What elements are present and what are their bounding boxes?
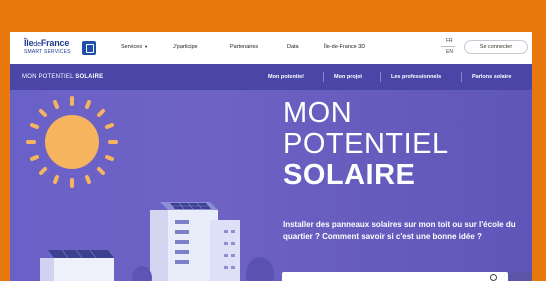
search-button[interactable]: [508, 272, 532, 281]
logo-text-france: France: [40, 38, 70, 48]
hero-description: Installer des panneaux solaires sur mon …: [283, 220, 516, 241]
site-logo[interactable]: ÎledeFrance SMART SERVICES: [24, 38, 96, 56]
subnav-parlons-solaire[interactable]: Parlons solaire: [472, 74, 511, 80]
tower-icon: [210, 220, 240, 281]
building-icon: [150, 202, 218, 281]
solar-illustration: [26, 96, 274, 281]
logo-text-de: de: [33, 41, 41, 48]
section-title[interactable]: MON POTENTIEL SOLAIRE: [22, 74, 103, 80]
login-button[interactable]: Se connecter: [464, 40, 528, 54]
subnav-divider: [323, 72, 324, 82]
house-icon: [40, 249, 114, 281]
subnav-divider: [380, 72, 381, 82]
lang-divider: [441, 46, 455, 47]
address-search-input[interactable]: [282, 272, 508, 281]
section-subnav: MON POTENTIEL SOLAIRE Mon potentiel Mon …: [10, 64, 532, 90]
nav-partenaires[interactable]: Partenaires: [230, 44, 258, 50]
top-header: ÎledeFrance SMART SERVICES Services ▼ J'p…: [10, 32, 532, 64]
subnav-mon-projet[interactable]: Mon projet: [334, 74, 362, 80]
hero-title-line-1: MON: [283, 97, 353, 129]
subnav-mon-potentiel[interactable]: Mon potentiel: [268, 74, 304, 80]
lang-fr[interactable]: FR: [446, 38, 453, 44]
nav-services[interactable]: Services ▼: [121, 44, 148, 50]
lang-en[interactable]: EN: [446, 49, 453, 55]
nav-data[interactable]: Data: [287, 44, 299, 50]
chevron-down-icon: ▼: [144, 44, 149, 49]
nav-jparticipe[interactable]: J'participe: [173, 44, 198, 50]
logo-subtitle: SMART SERVICES: [24, 49, 71, 55]
sun-icon: [26, 96, 118, 188]
logo-text-ile: Île: [24, 38, 34, 48]
subnav-divider: [461, 72, 462, 82]
hero-title-line-2: POTENTIEL: [283, 128, 449, 160]
nav-idf-3d[interactable]: Île-de-France 3D: [324, 44, 365, 50]
hero-title-line-3: SOLAIRE: [283, 159, 416, 191]
square-logo-icon: [82, 41, 96, 55]
search-icon[interactable]: [490, 274, 497, 281]
subnav-professionnels[interactable]: Les professionnels: [391, 74, 441, 80]
browser-viewport: ÎledeFrance SMART SERVICES Services ▼ J'p…: [10, 32, 532, 281]
hero-title: MON POTENTIEL SOLAIRE: [283, 98, 449, 191]
hero-section: MON POTENTIEL SOLAIRE Installer des pann…: [10, 90, 532, 281]
